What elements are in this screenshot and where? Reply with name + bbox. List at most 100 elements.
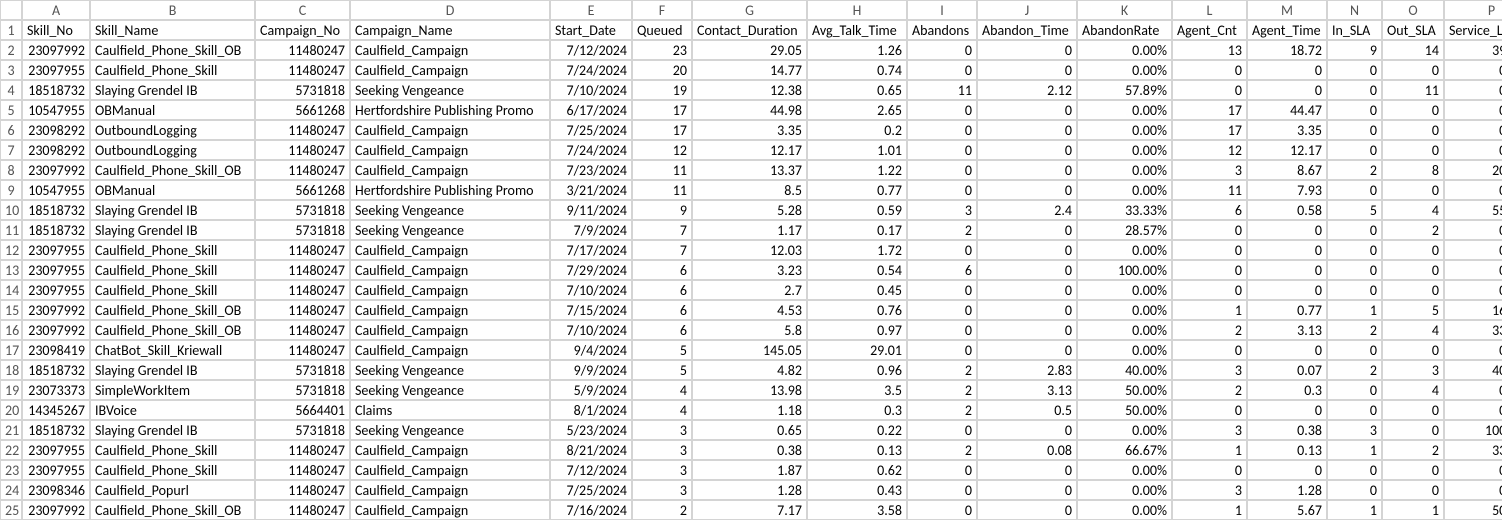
cell-3-K[interactable]: 0.00% bbox=[1077, 60, 1172, 80]
cell-3-G[interactable]: 14.77 bbox=[692, 60, 807, 80]
cell-6-M[interactable]: 3.35 bbox=[1247, 120, 1327, 140]
cell-13-J[interactable]: 0 bbox=[977, 260, 1077, 280]
cell-14-H[interactable]: 0.45 bbox=[807, 280, 907, 300]
cell-9-D[interactable]: Hertfordshire Publishing Promo bbox=[350, 180, 550, 200]
cell-18-E[interactable]: 9/9/2024 bbox=[550, 360, 632, 380]
cell-8-O[interactable]: 8 bbox=[1382, 160, 1444, 180]
cell-12-H[interactable]: 1.72 bbox=[807, 240, 907, 260]
cell-19-N[interactable]: 0 bbox=[1327, 380, 1382, 400]
cell-2-O[interactable]: 14 bbox=[1382, 40, 1444, 60]
cell-18-F[interactable]: 5 bbox=[632, 360, 692, 380]
cell-11-L[interactable]: 0 bbox=[1172, 220, 1247, 240]
col-header-M[interactable]: M bbox=[1247, 0, 1327, 20]
cell-14-N[interactable]: 0 bbox=[1327, 280, 1382, 300]
cell-22-P[interactable]: 33.30% bbox=[1444, 440, 1502, 460]
cell-7-L[interactable]: 12 bbox=[1172, 140, 1247, 160]
cell-10-K[interactable]: 33.33% bbox=[1077, 200, 1172, 220]
cell-13-A[interactable]: 23097955 bbox=[22, 260, 90, 280]
cell-17-J[interactable]: 0 bbox=[977, 340, 1077, 360]
cell-13-F[interactable]: 6 bbox=[632, 260, 692, 280]
cell-8-G[interactable]: 13.37 bbox=[692, 160, 807, 180]
cell-4-H[interactable]: 0.65 bbox=[807, 80, 907, 100]
cell-12-E[interactable]: 7/17/2024 bbox=[550, 240, 632, 260]
cell-24-M[interactable]: 1.28 bbox=[1247, 480, 1327, 500]
cell-2-L[interactable]: 13 bbox=[1172, 40, 1247, 60]
cell-19-B[interactable]: SimpleWorkItem bbox=[90, 380, 255, 400]
cell-5-D[interactable]: Hertfordshire Publishing Promo bbox=[350, 100, 550, 120]
cell-3-C[interactable]: 11480247 bbox=[255, 60, 350, 80]
cell-8-C[interactable]: 11480247 bbox=[255, 160, 350, 180]
cell-7-O[interactable]: 0 bbox=[1382, 140, 1444, 160]
cell-6-C[interactable]: 11480247 bbox=[255, 120, 350, 140]
cell-20-L[interactable]: 0 bbox=[1172, 400, 1247, 420]
cell-8-I[interactable]: 0 bbox=[907, 160, 977, 180]
cell-6-O[interactable]: 0 bbox=[1382, 120, 1444, 140]
cell-12-L[interactable]: 0 bbox=[1172, 240, 1247, 260]
cell-19-G[interactable]: 13.98 bbox=[692, 380, 807, 400]
cell-7-A[interactable]: 23098292 bbox=[22, 140, 90, 160]
cell-21-P[interactable]: 100.00% bbox=[1444, 420, 1502, 440]
cell-16-K[interactable]: 0.00% bbox=[1077, 320, 1172, 340]
col-header-N[interactable]: N bbox=[1327, 0, 1382, 20]
col-header-C[interactable]: C bbox=[255, 0, 350, 20]
cell-11-I[interactable]: 2 bbox=[907, 220, 977, 240]
cell-13-C[interactable]: 11480247 bbox=[255, 260, 350, 280]
cell-8-P[interactable]: 20.00% bbox=[1444, 160, 1502, 180]
cell-17-O[interactable]: 0 bbox=[1382, 340, 1444, 360]
cell-11-E[interactable]: 7/9/2024 bbox=[550, 220, 632, 240]
cell-12-I[interactable]: 0 bbox=[907, 240, 977, 260]
row-header-12[interactable]: 12 bbox=[0, 240, 22, 260]
cell-1-P[interactable]: Service_Level bbox=[1444, 20, 1502, 40]
cell-11-A[interactable]: 18518732 bbox=[22, 220, 90, 240]
cell-10-M[interactable]: 0.58 bbox=[1247, 200, 1327, 220]
cell-21-D[interactable]: Seeking Vengeance bbox=[350, 420, 550, 440]
cell-23-H[interactable]: 0.62 bbox=[807, 460, 907, 480]
cell-19-F[interactable]: 4 bbox=[632, 380, 692, 400]
cell-5-B[interactable]: OBManual bbox=[90, 100, 255, 120]
cell-20-P[interactable]: 0.00% bbox=[1444, 400, 1502, 420]
row-header-25[interactable]: 25 bbox=[0, 500, 22, 520]
cell-4-A[interactable]: 18518732 bbox=[22, 80, 90, 100]
cell-7-N[interactable]: 0 bbox=[1327, 140, 1382, 160]
cell-16-G[interactable]: 5.8 bbox=[692, 320, 807, 340]
cell-15-P[interactable]: 16.70% bbox=[1444, 300, 1502, 320]
cell-9-N[interactable]: 0 bbox=[1327, 180, 1382, 200]
cell-13-O[interactable]: 0 bbox=[1382, 260, 1444, 280]
cell-21-H[interactable]: 0.22 bbox=[807, 420, 907, 440]
cell-10-G[interactable]: 5.28 bbox=[692, 200, 807, 220]
cell-10-D[interactable]: Seeking Vengeance bbox=[350, 200, 550, 220]
cell-5-P[interactable]: 0.00% bbox=[1444, 100, 1502, 120]
row-header-10[interactable]: 10 bbox=[0, 200, 22, 220]
cell-18-I[interactable]: 2 bbox=[907, 360, 977, 380]
cell-14-F[interactable]: 6 bbox=[632, 280, 692, 300]
cell-11-F[interactable]: 7 bbox=[632, 220, 692, 240]
cell-21-N[interactable]: 3 bbox=[1327, 420, 1382, 440]
cell-24-O[interactable]: 0 bbox=[1382, 480, 1444, 500]
cell-19-E[interactable]: 5/9/2024 bbox=[550, 380, 632, 400]
cell-10-L[interactable]: 6 bbox=[1172, 200, 1247, 220]
cell-18-O[interactable]: 3 bbox=[1382, 360, 1444, 380]
col-header-E[interactable]: E bbox=[550, 0, 632, 20]
cell-22-O[interactable]: 2 bbox=[1382, 440, 1444, 460]
cell-16-B[interactable]: Caulfield_Phone_Skill_OB bbox=[90, 320, 255, 340]
cell-13-M[interactable]: 0 bbox=[1247, 260, 1327, 280]
cell-6-H[interactable]: 0.2 bbox=[807, 120, 907, 140]
cell-11-N[interactable]: 0 bbox=[1327, 220, 1382, 240]
cell-8-B[interactable]: Caulfield_Phone_Skill_OB bbox=[90, 160, 255, 180]
cell-19-D[interactable]: Seeking Vengeance bbox=[350, 380, 550, 400]
cell-21-B[interactable]: Slaying Grendel IB bbox=[90, 420, 255, 440]
cell-12-G[interactable]: 12.03 bbox=[692, 240, 807, 260]
col-header-K[interactable]: K bbox=[1077, 0, 1172, 20]
cell-22-I[interactable]: 2 bbox=[907, 440, 977, 460]
cell-7-D[interactable]: Caulfield_Campaign bbox=[350, 140, 550, 160]
cell-7-M[interactable]: 12.17 bbox=[1247, 140, 1327, 160]
cell-21-A[interactable]: 18518732 bbox=[22, 420, 90, 440]
cell-25-E[interactable]: 7/16/2024 bbox=[550, 500, 632, 520]
row-header-19[interactable]: 19 bbox=[0, 380, 22, 400]
cell-1-D[interactable]: Campaign_Name bbox=[350, 20, 550, 40]
cell-24-A[interactable]: 23098346 bbox=[22, 480, 90, 500]
cell-24-L[interactable]: 3 bbox=[1172, 480, 1247, 500]
cell-24-G[interactable]: 1.28 bbox=[692, 480, 807, 500]
cell-16-D[interactable]: Caulfield_Campaign bbox=[350, 320, 550, 340]
cell-23-P[interactable]: 0.00% bbox=[1444, 460, 1502, 480]
